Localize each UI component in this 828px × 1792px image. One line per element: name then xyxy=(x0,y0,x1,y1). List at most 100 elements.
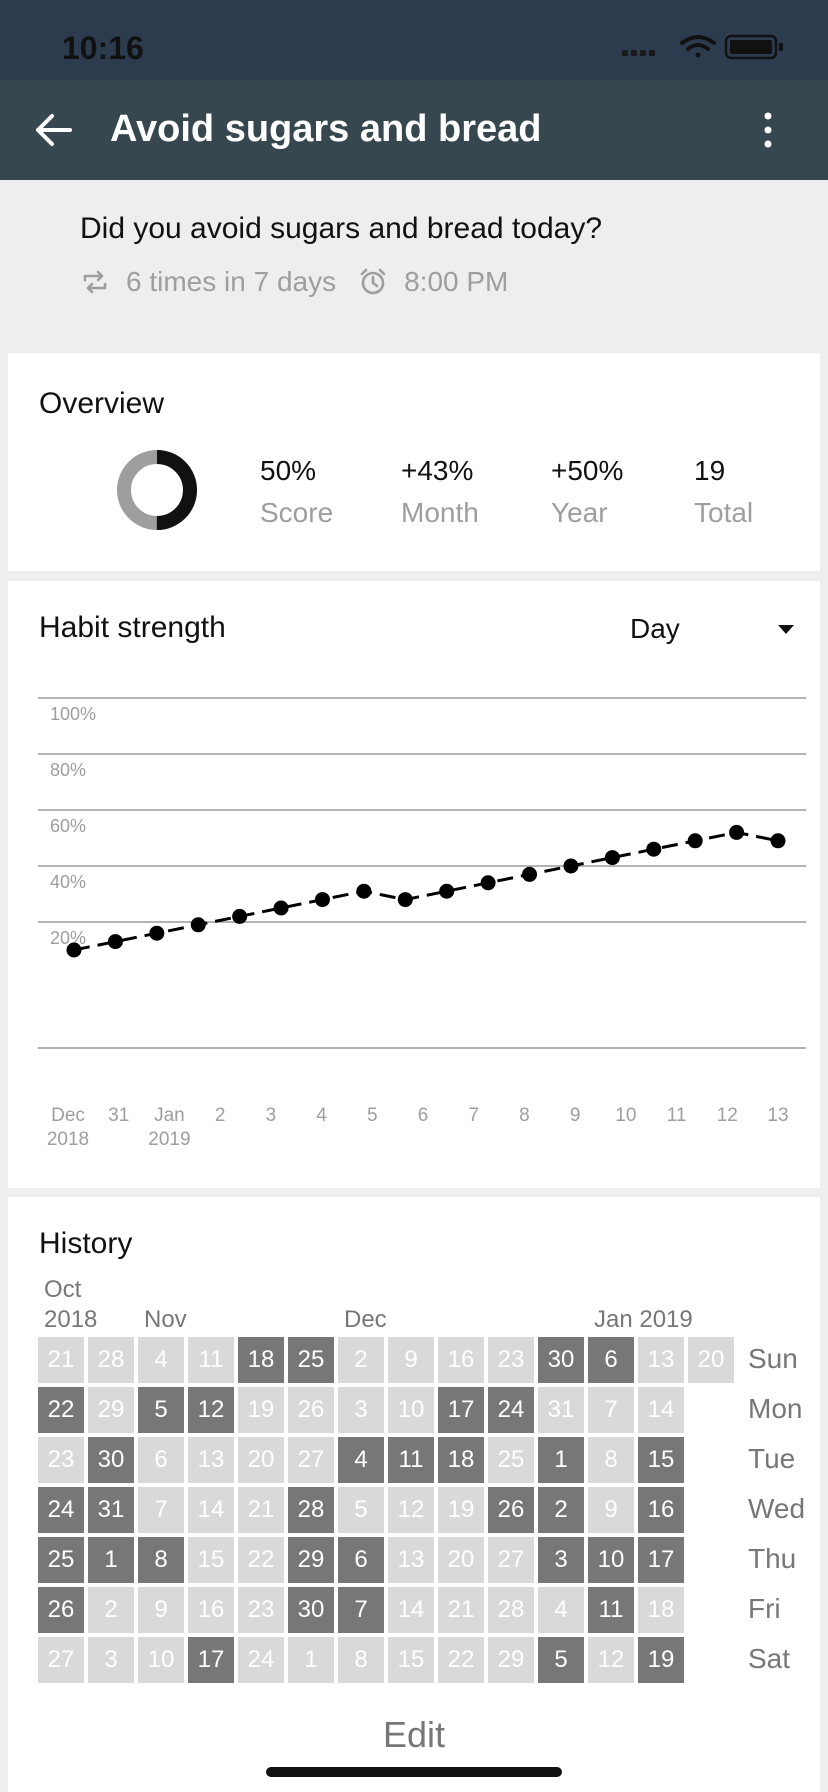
history-day-cell[interactable]: 25 xyxy=(288,1337,334,1383)
history-day-cell[interactable]: 4 xyxy=(338,1437,384,1483)
edit-button[interactable]: Edit xyxy=(8,1714,820,1756)
history-day-cell[interactable]: 5 xyxy=(138,1387,184,1433)
history-day-cell[interactable]: 2 xyxy=(88,1587,134,1633)
history-day-cell[interactable]: 12 xyxy=(588,1637,634,1683)
history-day-cell[interactable]: 8 xyxy=(588,1437,634,1483)
history-day-cell[interactable]: 15 xyxy=(388,1637,434,1683)
history-day-cell[interactable]: 15 xyxy=(188,1537,234,1583)
history-day-cell[interactable]: 9 xyxy=(138,1587,184,1633)
history-day-cell[interactable]: 13 xyxy=(638,1337,684,1383)
history-day-cell[interactable]: 9 xyxy=(388,1337,434,1383)
history-day-cell[interactable]: 6 xyxy=(138,1437,184,1483)
data-point xyxy=(397,892,413,908)
history-day-cell[interactable]: 19 xyxy=(438,1487,484,1533)
history-day-cell[interactable]: 7 xyxy=(138,1487,184,1533)
history-day-cell[interactable]: 11 xyxy=(188,1337,234,1383)
history-day-cell[interactable]: 24 xyxy=(38,1487,84,1533)
weekday-label: Fri xyxy=(748,1593,781,1624)
history-day-cell[interactable]: 21 xyxy=(238,1487,284,1533)
history-day-cell[interactable]: 28 xyxy=(288,1487,334,1533)
history-day-cell[interactable]: 27 xyxy=(38,1637,84,1683)
history-day-cell[interactable]: 10 xyxy=(588,1537,634,1583)
history-day-cell[interactable]: 30 xyxy=(88,1437,134,1483)
history-day-cell[interactable]: 28 xyxy=(88,1337,134,1383)
history-day-cell[interactable]: 16 xyxy=(638,1487,684,1533)
history-day-cell[interactable]: 27 xyxy=(288,1437,334,1483)
history-day-cell[interactable]: 15 xyxy=(638,1437,684,1483)
history-day-cell[interactable]: 14 xyxy=(188,1487,234,1533)
data-point xyxy=(687,833,703,849)
history-day-cell[interactable]: 26 xyxy=(38,1587,84,1633)
history-day-cell[interactable]: 19 xyxy=(638,1637,684,1683)
history-day-cell[interactable]: 12 xyxy=(388,1487,434,1533)
history-day-cell[interactable]: 1 xyxy=(538,1437,584,1483)
history-day-cell[interactable]: 16 xyxy=(188,1587,234,1633)
history-day-cell[interactable]: 20 xyxy=(438,1537,484,1583)
history-day-cell[interactable]: 18 xyxy=(638,1587,684,1633)
history-day-cell[interactable]: 27 xyxy=(488,1537,534,1583)
history-day-cell[interactable]: 29 xyxy=(288,1537,334,1583)
y-tick-label: 80% xyxy=(50,760,86,780)
history-day-cell[interactable]: 21 xyxy=(438,1587,484,1633)
history-day-cell[interactable]: 22 xyxy=(438,1637,484,1683)
history-day-cell[interactable]: 26 xyxy=(288,1387,334,1433)
history-day-cell[interactable]: 13 xyxy=(188,1437,234,1483)
history-day-cell[interactable]: 29 xyxy=(488,1637,534,1683)
history-day-cell[interactable]: 11 xyxy=(388,1437,434,1483)
history-day-cell[interactable]: 8 xyxy=(138,1537,184,1583)
history-day-cell[interactable]: 18 xyxy=(438,1437,484,1483)
history-day-cell[interactable]: 18 xyxy=(238,1337,284,1383)
back-button[interactable] xyxy=(30,108,78,152)
history-day-cell[interactable]: 17 xyxy=(188,1637,234,1683)
history-day-cell[interactable]: 17 xyxy=(438,1387,484,1433)
history-day-cell[interactable]: 25 xyxy=(488,1437,534,1483)
history-day-cell[interactable]: 4 xyxy=(138,1337,184,1383)
history-day-cell[interactable]: 25 xyxy=(38,1537,84,1583)
history-day-cell[interactable]: 23 xyxy=(238,1587,284,1633)
history-day-cell[interactable]: 23 xyxy=(488,1337,534,1383)
history-day-cell[interactable]: 30 xyxy=(288,1587,334,1633)
history-day-cell[interactable]: 29 xyxy=(88,1387,134,1433)
history-day-cell[interactable]: 14 xyxy=(638,1387,684,1433)
history-day-cell[interactable]: 3 xyxy=(538,1537,584,1583)
history-day-cell[interactable]: 12 xyxy=(188,1387,234,1433)
history-day-cell[interactable]: 14 xyxy=(388,1587,434,1633)
history-day-cell[interactable]: 23 xyxy=(38,1437,84,1483)
history-day-cell[interactable]: 16 xyxy=(438,1337,484,1383)
history-day-cell[interactable]: 20 xyxy=(238,1437,284,1483)
history-day-cell[interactable]: 22 xyxy=(238,1537,284,1583)
history-day-cell[interactable]: 10 xyxy=(138,1637,184,1683)
history-day-cell[interactable]: 22 xyxy=(38,1387,84,1433)
history-day-cell[interactable]: 7 xyxy=(338,1587,384,1633)
history-day-cell[interactable]: 1 xyxy=(88,1537,134,1583)
history-day-cell[interactable]: 5 xyxy=(538,1637,584,1683)
history-day-cell[interactable]: 7 xyxy=(588,1387,634,1433)
overflow-menu-button[interactable] xyxy=(760,110,776,150)
weekday-label: Sun xyxy=(748,1343,798,1374)
history-day-cell[interactable]: 26 xyxy=(488,1487,534,1533)
history-day-cell[interactable]: 20 xyxy=(688,1337,734,1383)
history-day-cell[interactable]: 17 xyxy=(638,1537,684,1583)
history-day-cell[interactable]: 28 xyxy=(488,1587,534,1633)
history-day-cell[interactable]: 2 xyxy=(538,1487,584,1533)
history-day-cell[interactable]: 3 xyxy=(338,1387,384,1433)
history-day-cell[interactable]: 3 xyxy=(88,1637,134,1683)
history-day-cell[interactable]: 19 xyxy=(238,1387,284,1433)
history-day-cell[interactable]: 11 xyxy=(588,1587,634,1633)
history-day-cell[interactable]: 24 xyxy=(488,1387,534,1433)
history-day-cell[interactable]: 31 xyxy=(538,1387,584,1433)
history-day-cell[interactable]: 5 xyxy=(338,1487,384,1533)
history-day-cell[interactable]: 9 xyxy=(588,1487,634,1533)
history-day-cell[interactable]: 21 xyxy=(38,1337,84,1383)
history-day-cell[interactable]: 6 xyxy=(338,1537,384,1583)
history-day-cell[interactable]: 2 xyxy=(338,1337,384,1383)
history-day-cell[interactable]: 1 xyxy=(288,1637,334,1683)
history-day-cell[interactable]: 10 xyxy=(388,1387,434,1433)
history-day-cell[interactable]: 31 xyxy=(88,1487,134,1533)
history-day-cell[interactable]: 4 xyxy=(538,1587,584,1633)
history-day-cell[interactable]: 13 xyxy=(388,1537,434,1583)
history-day-cell[interactable]: 6 xyxy=(588,1337,634,1383)
history-day-cell[interactable]: 8 xyxy=(338,1637,384,1683)
history-day-cell[interactable]: 24 xyxy=(238,1637,284,1683)
history-day-cell[interactable]: 30 xyxy=(538,1337,584,1383)
